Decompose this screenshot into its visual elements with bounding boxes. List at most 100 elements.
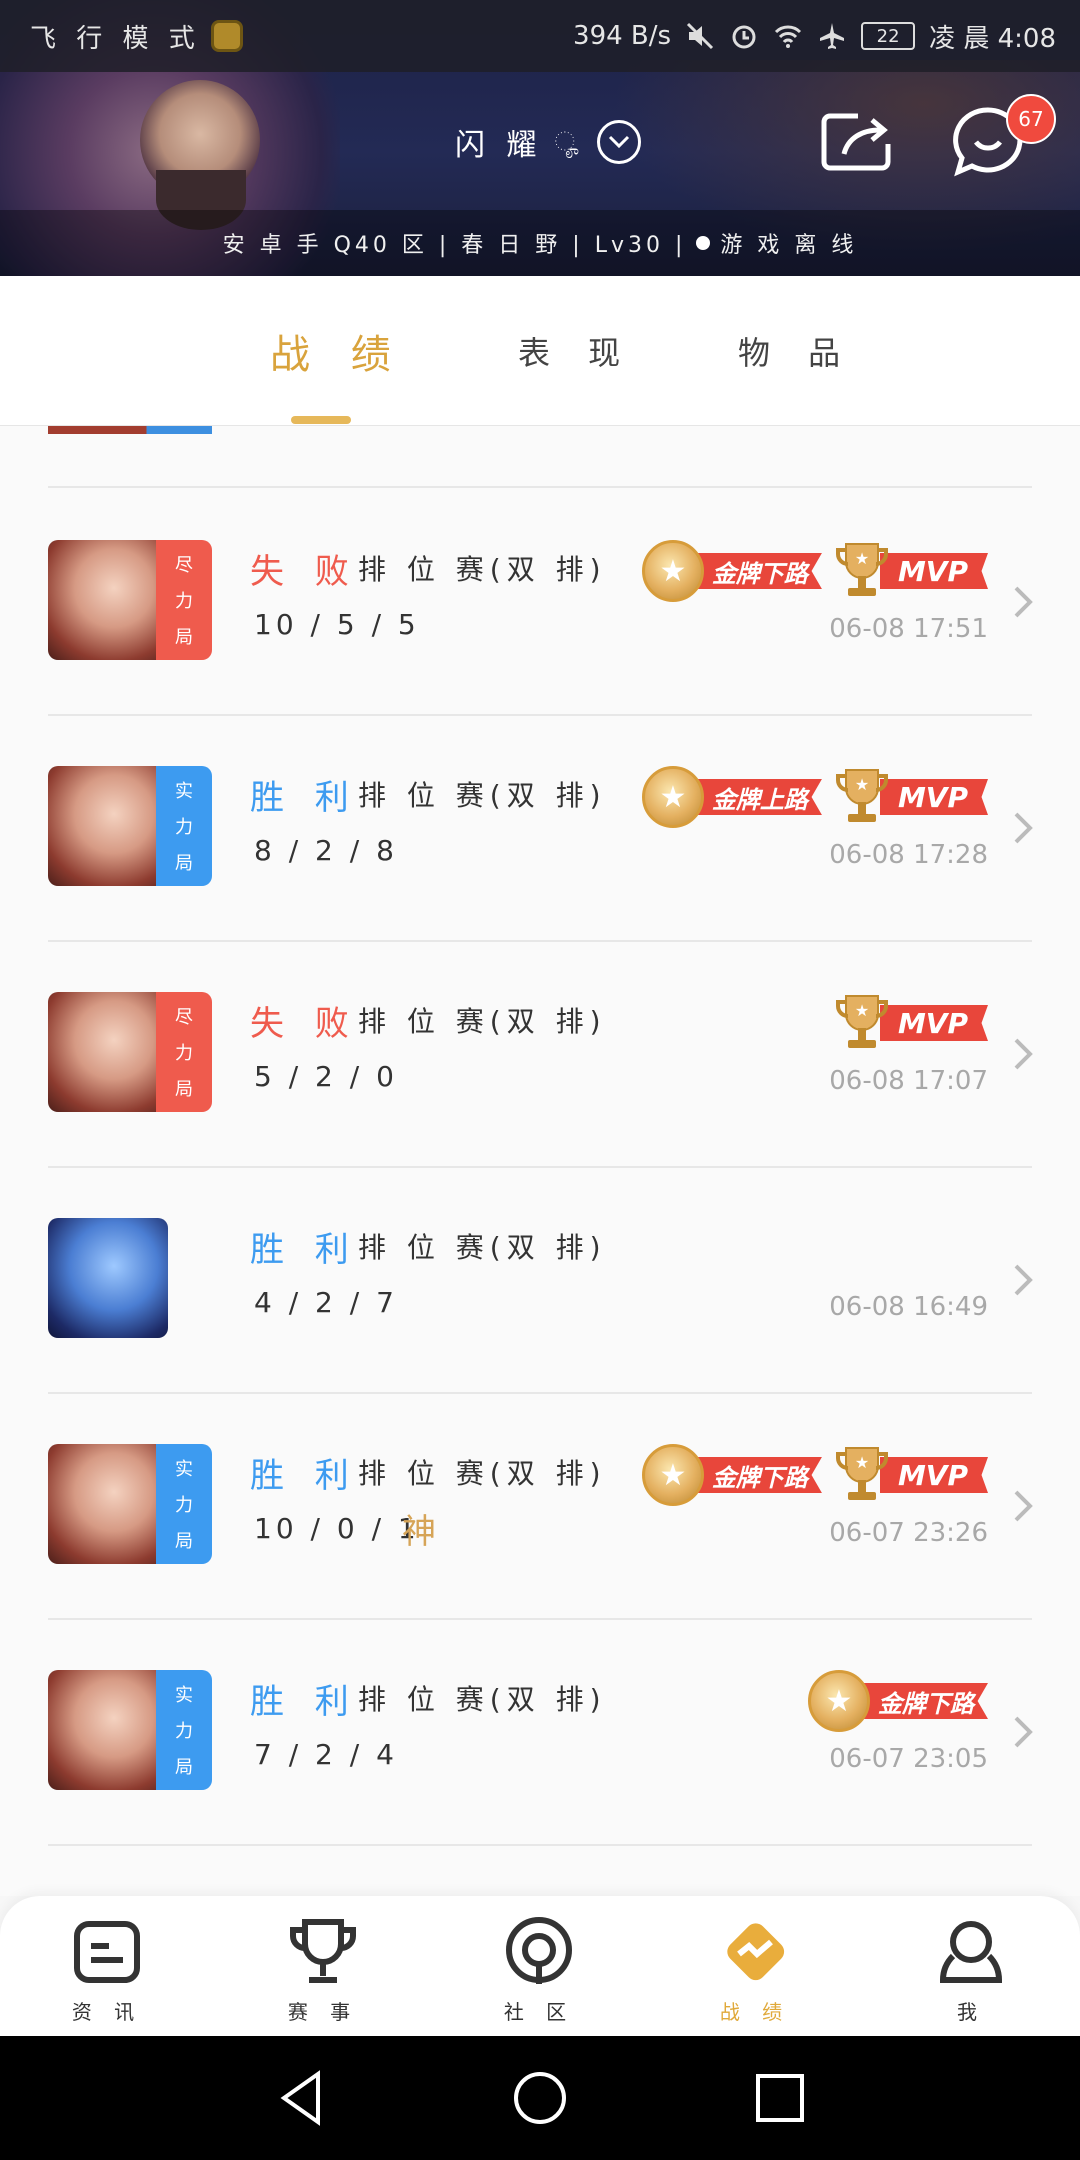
nav-events[interactable]: 赛 事 xyxy=(263,1914,383,2025)
chevron-right-icon[interactable] xyxy=(1010,1036,1038,1072)
svg-text:★: ★ xyxy=(855,775,869,794)
match-quality-tag: 实力局 xyxy=(156,1444,212,1564)
medal-label: 金牌上路 xyxy=(691,779,822,815)
chevron-right-icon[interactable] xyxy=(1010,810,1038,846)
message-count-badge: 67 xyxy=(1006,94,1056,144)
nav-news[interactable]: 资 讯 xyxy=(47,1914,167,2025)
achievement-badges: ★ 金牌上路 ★ MVP xyxy=(641,766,988,828)
match-time: 06-08 17:07 xyxy=(829,1066,988,1096)
share-icon[interactable] xyxy=(820,110,894,174)
gold-medal-icon: ★ xyxy=(641,540,704,602)
nav-news-label: 资 讯 xyxy=(71,2000,143,2024)
match-row[interactable]: 实力局 胜 利排 位 赛(双 排) 7 / 2 / 4 ★ 金牌下路 06-07 2… xyxy=(0,1618,1080,1844)
tag-char: 局 xyxy=(175,1079,193,1100)
mvp-label: MVP xyxy=(879,1457,988,1493)
achievement-badges: ★ 金牌下路 ★ MVP xyxy=(641,540,988,602)
gold-medal-icon: ★ xyxy=(641,1444,704,1506)
chevron-right-icon[interactable] xyxy=(1010,1488,1038,1524)
match-row[interactable]: 实力局胜 利排 位 赛(双 排) 10 / 0 / 1神 ★ 金牌下路 ★ MVP… xyxy=(0,1392,1080,1618)
match-time: 06-07 23:05 xyxy=(829,1744,988,1774)
mvp-label: MVP xyxy=(879,553,988,589)
tag-char: 实 xyxy=(175,1685,193,1706)
nav-community[interactable]: 社 区 xyxy=(479,1914,599,2025)
mvp-trophy-icon: ★ xyxy=(835,995,888,1048)
home-icon[interactable] xyxy=(508,2066,572,2130)
medal-badge: ★ 金牌下路 xyxy=(641,540,822,602)
medal-badge: ★ 金牌下路 xyxy=(808,1670,988,1732)
match-mode: 排 位 赛(双 排) xyxy=(358,1683,607,1716)
match-time: 06-08 17:51 xyxy=(829,614,988,644)
medal-label: 金牌下路 xyxy=(691,1457,822,1493)
svg-text:★: ★ xyxy=(855,1453,869,1472)
online-status: 游 戏 离 线 xyxy=(720,233,858,258)
server-info-bar: 安 卓 手 Q40 区 | 春 日 野 | Lv30 | 游 戏 离 线 xyxy=(0,210,1080,276)
kda-score: 7 / 2 / 4 xyxy=(254,1738,398,1771)
mvp-label: MVP xyxy=(879,1005,988,1041)
match-row[interactable]: 尽力局失 败排 位 赛(双 排) 10 / 5 / 5 ★ 金牌下路 ★ MVP … xyxy=(0,488,1080,714)
match-row[interactable]: 实力局胜 利排 位 赛(双 排) 8 / 2 / 8 ★ 金牌上路 ★ MVP 0… xyxy=(0,714,1080,940)
mvp-badge: ★ MVP xyxy=(834,540,988,602)
clock: 凌 晨 4:08 xyxy=(929,23,1056,54)
match-row[interactable]: 尽力局失 败排 位 赛(双 排) 5 / 2 / 0 ★ MVP 06-08 17… xyxy=(0,940,1080,1166)
status-bar: 飞 行 模 式 394 B/s 22 凌 晨 4:08 xyxy=(0,0,1080,72)
match-row[interactable]: 胜 利排 位 赛(双 排) 4 / 2 / 7 06-08 16:49 xyxy=(0,1166,1080,1392)
medal-badge: ★ 金牌下路 xyxy=(641,1444,822,1506)
airplane-mode-text: 飞 行 模 式 xyxy=(30,23,201,54)
chevron-right-icon[interactable] xyxy=(1010,584,1038,620)
tag-char: 尽 xyxy=(175,1007,193,1028)
gold-medal-icon: ★ xyxy=(641,766,704,828)
tag-char: 局 xyxy=(175,1757,193,1778)
app-notification-icon xyxy=(210,20,243,52)
chevron-down-icon[interactable] xyxy=(597,120,642,164)
chevron-right-icon[interactable] xyxy=(1010,1262,1038,1298)
medal-label: 金牌下路 xyxy=(691,553,822,589)
news-icon xyxy=(74,1921,140,1983)
previous-match-row-partial xyxy=(48,426,212,434)
nav-events-label: 赛 事 xyxy=(287,2000,359,2024)
nav-profile[interactable]: 我 xyxy=(911,1914,1031,2025)
back-icon[interactable] xyxy=(270,2066,334,2130)
profile-name: 闪 耀 xyxy=(455,128,543,163)
kda-score: 10 / 5 / 5 xyxy=(254,608,420,641)
match-result: 胜 利 xyxy=(250,1682,359,1722)
tag-char: 局 xyxy=(175,627,193,648)
chevron-right-icon[interactable] xyxy=(1010,1714,1038,1750)
hero-avatar xyxy=(48,766,168,886)
achievement-badges: ★ 金牌下路 xyxy=(808,1670,988,1732)
mvp-badge: ★ MVP xyxy=(834,992,988,1054)
medal-label: 金牌下路 xyxy=(858,1683,988,1719)
tag-char: 力 xyxy=(175,817,193,838)
match-time: 06-08 16:49 xyxy=(829,1292,988,1322)
achievement-badges: ★ MVP xyxy=(834,992,988,1054)
match-time: 06-07 23:26 xyxy=(829,1518,988,1548)
hero-avatar xyxy=(48,1444,168,1564)
kda-score: 8 / 2 / 8 xyxy=(254,834,398,867)
bottom-navigation: 资 讯 赛 事 社 区 战 绩 我 xyxy=(0,1896,1080,2036)
match-quality-tag: 尽力局 xyxy=(156,992,212,1112)
tab-items[interactable]: 物 品 xyxy=(738,328,854,374)
nav-records[interactable]: 战 绩 xyxy=(695,1914,815,2025)
match-quality-tag: 尽力局 xyxy=(156,540,212,660)
tab-performance[interactable]: 表 现 xyxy=(518,328,634,374)
profile-icon xyxy=(939,1921,1003,1983)
match-quality-tag: 实力局 xyxy=(156,766,212,886)
recents-icon[interactable] xyxy=(748,2066,812,2130)
mvp-label: MVP xyxy=(879,779,988,815)
match-mode: 排 位 赛(双 排) xyxy=(358,779,607,812)
match-result: 失 败 xyxy=(250,552,359,592)
match-result: 胜 利 xyxy=(250,1456,359,1496)
wifi-icon xyxy=(775,25,802,48)
tab-records[interactable]: 战 绩 xyxy=(270,322,405,380)
medal-badge: ★ 金牌上路 xyxy=(641,766,822,828)
match-list[interactable]: 尽力局失 败排 位 赛(双 排) 10 / 5 / 5 ★ 金牌下路 ★ MVP … xyxy=(0,426,1080,1896)
battery-indicator: 22 xyxy=(861,22,916,50)
account-switcher[interactable]: 闪 耀 ೄ xyxy=(455,120,642,164)
mvp-trophy-icon: ★ xyxy=(835,769,888,822)
match-mode: 排 位 赛(双 排) xyxy=(358,1231,607,1264)
tag-char: 力 xyxy=(175,1721,193,1742)
mvp-trophy-icon: ★ xyxy=(835,543,888,596)
offline-dot-icon xyxy=(696,236,711,250)
match-time: 06-08 17:28 xyxy=(829,840,988,870)
trophy-icon xyxy=(290,1919,356,1983)
mute-icon xyxy=(687,22,714,50)
